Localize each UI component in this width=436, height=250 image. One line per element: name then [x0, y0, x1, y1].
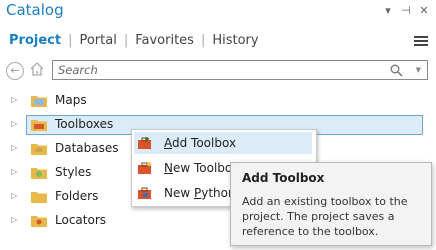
add-toolbox-icon [138, 137, 151, 149]
menu-item-label: Add Toolbox [164, 136, 237, 150]
search-input[interactable]: Search ▼ [52, 60, 428, 80]
close-icon[interactable]: ✕ [418, 4, 430, 17]
tree-item-label: Databases [55, 141, 119, 155]
styles-folder-icon [31, 168, 47, 179]
python-toolbox-icon [138, 187, 151, 199]
catalog-tabs: Project | Portal | Favorites | History [6, 33, 262, 48]
pin-icon[interactable]: ⊣ [400, 4, 412, 17]
folders-icon [31, 192, 47, 203]
expand-arrow-icon[interactable]: ▷ [11, 215, 17, 224]
tooltip: Add Toolbox Add an existing toolbox to t… [230, 162, 432, 246]
tree-item-label: Maps [55, 93, 87, 107]
home-icon[interactable] [29, 61, 45, 77]
toolboxes-folder-icon [31, 120, 47, 131]
tree-item-maps[interactable]: ▷ Maps [0, 90, 436, 112]
locators-folder-icon [31, 216, 47, 227]
tooltip-body: Add an existing toolbox to the project. … [242, 195, 408, 238]
search-dropdown-icon[interactable]: ▼ [416, 66, 421, 74]
search-placeholder: Search [58, 63, 98, 77]
tab-project[interactable]: Project [6, 33, 64, 48]
expand-arrow-icon[interactable]: ▷ [11, 143, 17, 152]
pane-title-controls: ▾ ⊣ ✕ [382, 4, 430, 17]
tab-divider: | [200, 33, 206, 48]
tree-item-label: Locators [55, 213, 106, 227]
expand-arrow-icon[interactable]: ▷ [11, 95, 17, 104]
maps-folder-icon [31, 96, 47, 107]
pane-options-icon[interactable]: ▾ [382, 4, 394, 17]
tab-favorites[interactable]: Favorites [132, 33, 197, 48]
new-toolbox-icon [138, 162, 151, 174]
pane-title: Catalog [6, 1, 64, 19]
menu-item-add-toolbox[interactable]: Add Toolbox [132, 131, 316, 155]
tab-divider: | [123, 33, 129, 48]
expand-arrow-icon[interactable]: ▷ [11, 167, 17, 176]
databases-folder-icon [31, 144, 47, 155]
tree-item-label: Toolboxes [55, 117, 114, 131]
expand-arrow-icon[interactable]: ▷ [11, 191, 17, 200]
hamburger-menu-icon[interactable] [414, 34, 428, 48]
tab-divider: | [68, 33, 73, 48]
tab-portal[interactable]: Portal [76, 33, 119, 48]
tree-item-label: Folders [55, 189, 99, 203]
menu-item-label: New Toolbox [164, 161, 239, 175]
catalog-pane: Catalog ▾ ⊣ ✕ Project | Portal | Favorit… [0, 0, 436, 250]
tree-item-label: Styles [55, 165, 92, 179]
back-arrow-icon[interactable]: ← [6, 62, 24, 80]
tab-history[interactable]: History [209, 33, 261, 48]
search-icon[interactable] [390, 64, 403, 77]
expand-arrow-icon[interactable]: ▷ [11, 119, 17, 128]
tooltip-title: Add Toolbox [242, 171, 325, 185]
